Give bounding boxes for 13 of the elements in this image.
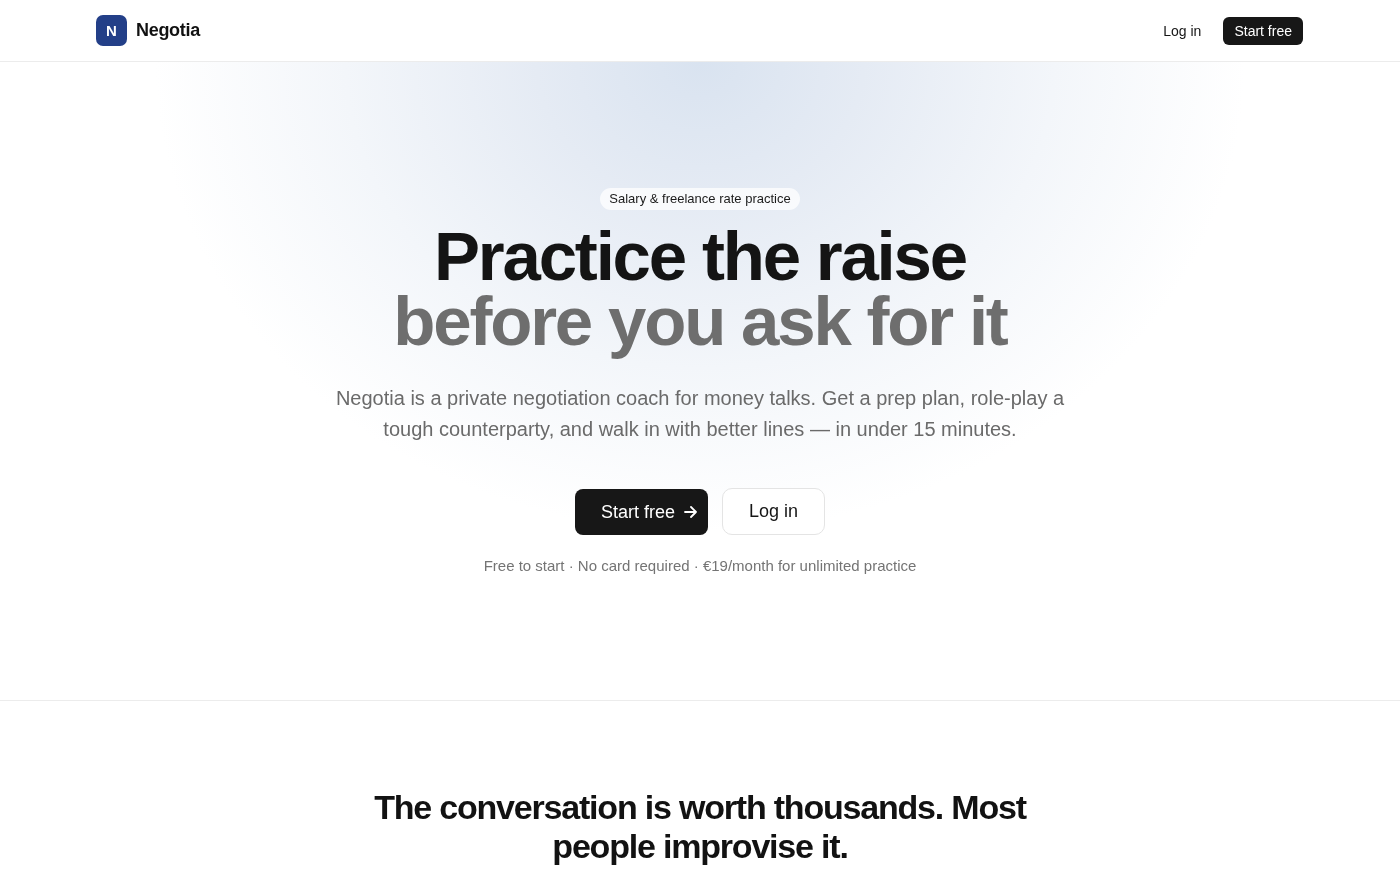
login-button[interactable]: Log in: [722, 488, 826, 535]
hero-subtitle: Negotia is a private negotiation coach for money talks. Get a prep plan, role-play a tough counterparty, and walk in with better lines — in under 15 minutes.: [334, 386, 1066, 442]
headline-line: Practice the raise: [433, 224, 967, 289]
category-badge: Salary & freelance rate practice: [600, 188, 800, 210]
logo-tile[interactable]: N: [96, 15, 127, 46]
start-free-button[interactable]: Start free: [574, 489, 708, 535]
brand-name: Negotia: [136, 20, 200, 41]
start-free-button[interactable]: Start free: [1223, 16, 1303, 45]
arrow-right-icon: [684, 506, 698, 518]
login-link[interactable]: Log in: [1163, 22, 1202, 39]
pricing-note: Free to start · No card required · €19/month for unlimited practice: [483, 557, 917, 574]
section-heading: The conversation is worth thousands. Most people improvise it.: [373, 788, 1028, 866]
headline-line: before you ask for it: [393, 289, 1007, 362]
